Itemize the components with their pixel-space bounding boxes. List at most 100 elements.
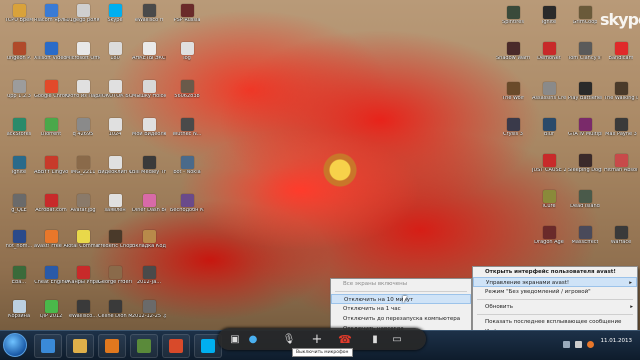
- desktop-icon[interactable]: ЛОКОТОК БОКС...: [98, 78, 132, 106]
- desktop-icon[interactable]: Shadow Warrior: [496, 40, 530, 68]
- taskbar-app[interactable]: [162, 334, 190, 358]
- desktop-icon[interactable]: upp 1.2.3: [2, 78, 36, 106]
- desktop-icon[interactable]: Wuthec N...: [170, 116, 204, 144]
- desktop-icon[interactable]: GrimCoop: [568, 4, 602, 32]
- desktop-icon[interactable]: g_QLE: [2, 192, 36, 220]
- desktop-icon[interactable]: Crysis 3: [496, 116, 530, 144]
- app-icon: [76, 118, 90, 131]
- desktop-icon[interactable]: Xilisoft Video Converter...: [34, 40, 68, 68]
- desktop-icon[interactable]: Riacom Ярлык: [34, 2, 68, 30]
- desktop-icon[interactable]: Корзина: [2, 298, 36, 326]
- desktop-icon[interactable]: Ignite: [2, 154, 36, 182]
- avast-tray-icon[interactable]: [587, 341, 594, 348]
- desktop-icon[interactable]: PSP Russia: [170, 2, 204, 30]
- desktop-icon[interactable]: eWallisco...: [66, 298, 100, 326]
- desktop-icon[interactable]: Play Battlefield...: [568, 80, 602, 108]
- desktop-icon[interactable]: Ignite: [532, 4, 566, 32]
- desktop-icon[interactable]: TCPU Врем: [2, 2, 36, 30]
- desktop-icon[interactable]: uTorrent: [34, 116, 68, 144]
- desktop-icon[interactable]: 1024: [98, 116, 132, 144]
- desktop-icon[interactable]: ABBYY Lingvo x5: [34, 154, 68, 182]
- desktop-icon[interactable]: 180: [98, 40, 132, 68]
- start-button[interactable]: [3, 333, 27, 357]
- desktop-icon[interactable]: George Frderiqu...: [98, 264, 132, 292]
- desktop-icon[interactable]: The Walking Dead 400: [604, 80, 638, 108]
- hangup-icon[interactable]: ☎: [338, 332, 352, 346]
- desktop-icon[interactable]: Dead Island: [568, 188, 602, 216]
- desktop-icon[interactable]: q 42695: [66, 116, 100, 144]
- desktop-icon[interactable]: hot_hom...: [2, 228, 36, 256]
- desktop-icon[interactable]: iCure: [532, 188, 566, 216]
- desktop-icon[interactable]: avast! Free Antivirus: [34, 228, 68, 256]
- add-icon[interactable]: +: [310, 332, 324, 347]
- desktop-icon[interactable]: GTA IV Multiplayer: [568, 116, 602, 144]
- menu-item[interactable]: Отключить до перезапуска компьютера: [331, 314, 471, 324]
- desktop-icon[interactable]: Frederic Chopin: [98, 228, 132, 256]
- taskbar-app[interactable]: [98, 334, 126, 358]
- menu-item[interactable]: Показать последнее всплывающее сообщение: [473, 317, 637, 327]
- desktop-icon[interactable]: АНКЕТЫ ЭКСЕЛ: [132, 40, 166, 68]
- volume-icon[interactable]: [575, 341, 582, 348]
- taskbar-app[interactable]: [130, 334, 158, 358]
- app-icon: [12, 80, 26, 93]
- desktop-icon[interactable]: Total Command...: [66, 228, 100, 256]
- desktop-icon[interactable]: Tom Clancy's G...: [568, 40, 602, 68]
- desktop-icon[interactable]: MassEffect: [568, 224, 602, 252]
- desktop-icon[interactable]: Max Payne 3: [604, 116, 638, 144]
- desktop-icon[interactable]: Cheat Engine: [34, 264, 68, 292]
- desktop-icon[interactable]: Bill Medley The Righte...: [132, 154, 166, 182]
- desktop-icon[interactable]: Spintires: [496, 4, 530, 32]
- menu-item[interactable]: Отключить на 10 минут: [331, 294, 471, 304]
- desktop-icon[interactable]: Eba...: [2, 264, 36, 292]
- desktop-icon[interactable]: 2012-12-25 .png: [132, 298, 166, 326]
- desktop-icon[interactable]: Microsoft Office: [66, 40, 100, 68]
- microphone-icon[interactable]: 🎙: [282, 332, 296, 346]
- desktop-icon[interactable]: Мой Видеолюбо: [132, 116, 166, 144]
- desktop-icon[interactable]: Вкладка Коды: [132, 228, 166, 256]
- desktop-icon[interactable]: Hitman Absolution: [604, 152, 638, 180]
- menu-item[interactable]: Отключить на 1 час: [331, 304, 471, 314]
- app-icon: [180, 4, 194, 17]
- video-icon[interactable]: ▣: [228, 332, 242, 346]
- desktop-icon[interactable]: Фото из Парижа: [66, 78, 100, 106]
- desktop-icon[interactable]: Бесподобн Клубы: [170, 192, 204, 220]
- desktop-icon[interactable]: The Wolf: [496, 80, 530, 108]
- desktop-icon[interactable]: 56062838: [170, 78, 204, 106]
- desktop-icon[interactable]: IMG_2211: [66, 154, 100, 182]
- network-icon[interactable]: [563, 341, 570, 348]
- desktop-icon[interactable]: Acrobat.com: [34, 192, 68, 220]
- desktop-icon[interactable]: Sleeping Dogs: [568, 152, 602, 180]
- desktop-icon[interactable]: 01gegb роля: [66, 2, 100, 30]
- desktop-icon[interactable]: Bandicam: [604, 40, 638, 68]
- desktop-icon[interactable]: bot - Nokia: [170, 154, 204, 182]
- desktop-icon[interactable]: eWallisco п: [132, 2, 166, 30]
- menu-item[interactable]: Обновить ▸: [473, 302, 637, 312]
- desktop-icon[interactable]: ackStores: [2, 116, 36, 144]
- chat-icon[interactable]: ▭: [390, 332, 404, 346]
- desktop-icon[interactable]: Celine Dion My Heart...: [98, 298, 132, 326]
- desktop-icon[interactable]: Assassins Creed: [532, 80, 566, 108]
- desktop-icon[interactable]: Avatar.jpg: [66, 192, 100, 220]
- desktop-icon[interactable]: 2012-Ja...: [132, 264, 166, 292]
- desktop-icon[interactable]: Blur: [532, 116, 566, 144]
- desktop-icon[interactable]: Жанры Упражне...: [66, 264, 100, 292]
- taskbar-app[interactable]: [34, 334, 62, 358]
- clock[interactable]: 11.01.2013: [601, 338, 633, 345]
- taskbar-app[interactable]: [66, 334, 94, 358]
- menu-item[interactable]: Открыть интерфейс пользователя avast!: [473, 267, 637, 277]
- desktop-icon[interactable]: Видеоклип Фото: [98, 154, 132, 182]
- desktop-icon[interactable]: Google Chrome: [34, 78, 68, 106]
- desktop-icon[interactable]: Dragon Age: [532, 224, 566, 252]
- desktop-icon[interactable]: DemoNet: [532, 40, 566, 68]
- menu-item[interactable]: Режим "Без уведомлений / игровой": [473, 287, 637, 297]
- desktop-icon[interactable]: QIP 2012: [34, 298, 68, 326]
- desktop-icon[interactable]: заявлен: [98, 192, 132, 220]
- desktop-icon[interactable]: log: [170, 40, 204, 68]
- desktop-icon[interactable]: JUST CAUSE 2: [532, 152, 566, 180]
- desktop-icon[interactable]: ungeon P.: [2, 40, 36, 68]
- desktop-icon[interactable]: Skype: [98, 2, 132, 30]
- desktop-icon[interactable]: Мышку Hololon...: [132, 78, 166, 106]
- menu-item[interactable]: Управление экранами avast! ▸: [473, 277, 637, 287]
- desktop-icon[interactable]: Warface: [604, 224, 638, 252]
- desktop-icon[interactable]: Diner Dash Beyond: [132, 192, 166, 220]
